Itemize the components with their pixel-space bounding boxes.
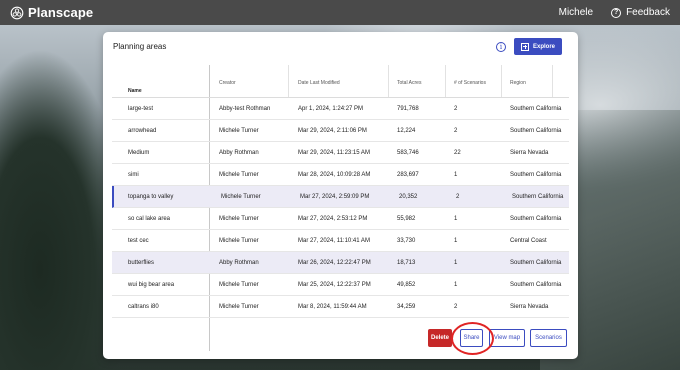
panel-title: Planning areas: [113, 42, 167, 51]
cell-region: Southern California: [510, 127, 562, 134]
cell-date: Mar 8, 2024, 11:59:44 AM: [298, 304, 367, 310]
cell-scenarios: 1: [454, 282, 458, 288]
cell-date: Mar 27, 2024, 11:10:41 AM: [298, 238, 370, 244]
cell-region: Southern California: [510, 259, 562, 266]
cell-name: butterflies: [128, 260, 155, 266]
cell-date: Mar 27, 2024, 2:59:09 PM: [300, 194, 370, 200]
cell-region: Southern California: [510, 105, 562, 112]
explore-label: Explore: [532, 43, 555, 50]
cell-creator: Michele Turner: [219, 304, 259, 310]
background-hill-left: [0, 40, 120, 370]
cell-creator: Michele Turner: [219, 128, 259, 134]
table-row[interactable]: simi Michele Turner Mar 28, 2024, 10:09:28…: [112, 164, 569, 186]
cell-scenarios: 1: [454, 216, 458, 222]
cell-creator: Michele Turner: [219, 238, 259, 244]
top-navigation-bar: Planscape Michele ? Feedback: [0, 0, 680, 25]
cell-date: Mar 28, 2024, 10:09:28 AM: [298, 172, 371, 178]
user-menu[interactable]: Michele: [559, 7, 593, 18]
cell-scenarios: 2: [454, 128, 458, 134]
brand[interactable]: Planscape: [10, 5, 93, 20]
table-row[interactable]: test cec Michele Turner Mar 27, 2024, 11:1…: [112, 230, 569, 252]
table-body: large-test Abby-test Rothman Apr 1, 2024, …: [112, 98, 569, 318]
cell-scenarios: 1: [454, 238, 458, 244]
column-header-region[interactable]: Region: [510, 80, 526, 86]
table-row[interactable]: so cal lake area Michele Turner Mar 27, 20…: [112, 208, 569, 230]
cell-name: simi: [128, 172, 139, 178]
cell-acres: 283,697: [397, 172, 419, 178]
cell-scenarios: 2: [454, 304, 458, 310]
cell-name: caltrans i80: [128, 304, 159, 310]
column-header-date[interactable]: Date Last Modified: [298, 80, 340, 86]
column-header-name[interactable]: Name: [128, 88, 142, 94]
cell-date: Mar 29, 2024, 2:11:06 PM: [298, 128, 367, 134]
table-row[interactable]: caltrans i80 Michele Turner Mar 8, 2024, 1…: [112, 296, 569, 318]
feedback-label: Feedback: [626, 7, 670, 18]
cell-acres: 12,224: [397, 128, 416, 134]
cell-creator: Michele Turner: [221, 194, 261, 200]
cell-creator: Michele Turner: [219, 216, 259, 222]
question-circle-icon: ?: [611, 7, 622, 18]
cell-name: topanga to valley: [128, 194, 174, 200]
column-header-acres[interactable]: Total Acres: [397, 80, 421, 86]
table-row[interactable]: Medium Abby Rothman Mar 29, 2024, 11:23:15…: [112, 142, 569, 164]
cell-scenarios: 1: [454, 172, 458, 178]
cell-acres: 49,852: [397, 282, 416, 288]
cell-name: Medium: [128, 150, 150, 156]
cell-creator: Michele Turner: [219, 172, 259, 178]
cell-date: Mar 29, 2024, 11:23:15 AM: [298, 150, 370, 156]
cell-scenarios: 22: [454, 150, 461, 156]
cell-name: so cal lake area: [128, 216, 171, 222]
planning-areas-table: Name Creator Date Last Modified Total Ac…: [112, 65, 569, 351]
cell-acres: 55,982: [397, 216, 416, 222]
cell-region: Sierra Nevada: [510, 149, 549, 156]
table-row[interactable]: arrowhead Michele Turner Mar 29, 2024, 2:1…: [112, 120, 569, 142]
cell-acres: 18,713: [397, 260, 416, 266]
share-button[interactable]: Share: [460, 329, 483, 347]
explore-button[interactable]: Explore: [514, 38, 562, 55]
cell-scenarios: 2: [456, 194, 460, 200]
cell-scenarios: 1: [454, 260, 458, 266]
cell-date: Mar 26, 2024, 12:22:47 PM: [298, 260, 371, 266]
cell-date: Mar 25, 2024, 12:22:37 PM: [298, 282, 371, 288]
view-map-button[interactable]: View map: [489, 329, 525, 347]
cell-acres: 33,730: [397, 238, 416, 244]
cell-creator: Michele Turner: [219, 282, 259, 288]
table-row[interactable]: butterflies Abby Rothman Mar 26, 2024, 12:…: [112, 252, 569, 274]
planning-areas-panel: Planning areas i Explore Name Creator Da…: [103, 32, 578, 359]
cell-acres: 20,352: [399, 194, 418, 200]
cell-scenarios: 2: [454, 106, 458, 112]
table-row[interactable]: large-test Abby-test Rothman Apr 1, 2024, …: [112, 98, 569, 120]
cell-region: Southern California: [510, 215, 562, 222]
cell-acres: 583,746: [397, 150, 419, 156]
table-header: Name Creator Date Last Modified Total Ac…: [112, 65, 569, 98]
cell-name: large-test: [128, 106, 154, 112]
cell-region: Central Coast: [510, 237, 547, 244]
add-box-icon: [520, 42, 529, 51]
cell-region: Sierra Nevada: [510, 303, 549, 310]
info-icon[interactable]: i: [496, 42, 506, 52]
scenarios-button[interactable]: Scenarios: [530, 329, 567, 347]
cell-acres: 791,768: [397, 106, 419, 112]
cell-creator: Abby Rothman: [219, 150, 259, 156]
table-row[interactable]: topanga to valley Michele Turner Mar 27, 2…: [112, 186, 569, 208]
cell-name: arrowhead: [128, 128, 157, 134]
cell-creator: Abby-test Rothman: [219, 106, 271, 112]
planscape-logo-icon: [10, 6, 24, 19]
cell-region: Southern California: [510, 281, 562, 288]
cell-name: test cec: [128, 238, 149, 244]
cell-creator: Abby Rothman: [219, 260, 259, 266]
cell-region: Southern California: [512, 193, 564, 200]
app-name: Planscape: [28, 5, 94, 20]
cell-date: Apr 1, 2024, 1:24:27 PM: [298, 106, 364, 112]
column-header-scenarios[interactable]: # of Scenarios: [454, 80, 486, 86]
delete-button[interactable]: Delete: [428, 329, 452, 347]
column-header-creator[interactable]: Creator: [219, 80, 236, 86]
cell-name: wui big bear area: [128, 282, 175, 288]
cell-region: Southern California: [510, 171, 562, 178]
table-row[interactable]: wui big bear area Michele Turner Mar 25, 2…: [112, 274, 569, 296]
feedback-button[interactable]: ? Feedback: [611, 7, 670, 18]
cell-acres: 34,259: [397, 304, 416, 310]
cell-date: Mar 27, 2024, 2:53:12 PM: [298, 216, 368, 222]
